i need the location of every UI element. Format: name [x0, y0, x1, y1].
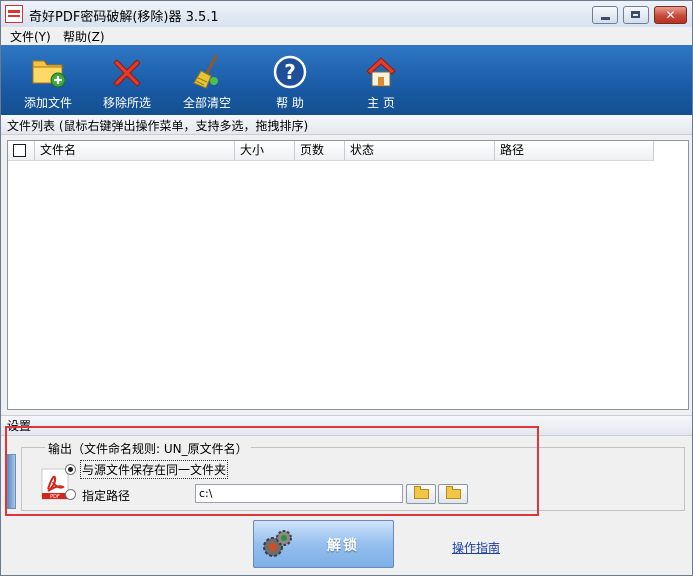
clear-all-label: 全部清空: [182, 96, 231, 110]
close-icon: ✕: [665, 8, 676, 22]
operation-guide-link[interactable]: 操作指南: [452, 539, 500, 556]
remove-selected-label: 移除所选: [102, 96, 151, 110]
help-label: 帮 助: [276, 96, 304, 110]
gears-icon: [263, 530, 292, 557]
minimize-button[interactable]: [592, 6, 618, 24]
home-button[interactable]: 主 页: [346, 49, 416, 113]
open-folder-button[interactable]: [438, 484, 468, 504]
output-legend: 输出（文件命名规则: UN_原文件名）: [45, 440, 251, 457]
broom-icon: [193, 54, 219, 89]
home-label: 主 页: [367, 96, 395, 110]
maximize-icon: [631, 11, 640, 18]
window-title: 奇好PDF密码破解(移除)器 3.5.1: [29, 10, 219, 25]
clear-all-button[interactable]: 全部清空: [172, 49, 242, 113]
column-filename[interactable]: 文件名: [35, 141, 235, 160]
settings-header: 设置: [7, 419, 32, 433]
maximize-button[interactable]: [623, 6, 649, 24]
column-pages[interactable]: 页数: [295, 141, 345, 160]
select-all-column: [8, 141, 35, 160]
house-icon: [366, 57, 396, 87]
browse-path-button[interactable]: [406, 484, 436, 504]
help-button[interactable]: ? 帮 助: [255, 49, 325, 113]
select-all-checkbox[interactable]: [13, 144, 26, 157]
file-list-header: 文件名 大小 页数 状态 路径: [8, 141, 654, 161]
custom-path-label[interactable]: 指定路径: [82, 487, 130, 504]
unlock-label: 解锁: [327, 538, 359, 554]
file-list-hint-bar: 文件列表 (鼠标右键弹出操作菜单，支持多选，拖拽排序): [1, 115, 692, 135]
file-list[interactable]: 文件名 大小 页数 状态 路径: [7, 140, 689, 410]
app-window: 奇好PDF密码破解(移除)器 3.5.1 ✕ 文件(Y) 帮助(Z) 添加文件 …: [0, 0, 693, 576]
open-folder-icon: [446, 486, 461, 499]
panel-collapse-handle[interactable]: [7, 454, 16, 509]
same-folder-label[interactable]: 与源文件保存在同一文件夹: [79, 460, 229, 479]
close-button[interactable]: ✕: [654, 6, 687, 24]
menu-help[interactable]: 帮助(Z): [63, 28, 105, 45]
column-size[interactable]: 大小: [235, 141, 295, 160]
red-x-icon: [113, 59, 141, 87]
unlock-button[interactable]: 解锁: [253, 520, 394, 568]
question-icon: ?: [273, 55, 307, 89]
add-file-button[interactable]: 添加文件: [13, 49, 83, 113]
folder-add-icon: [32, 60, 66, 88]
title-bar: 奇好PDF密码破解(移除)器 3.5.1 ✕: [1, 1, 692, 28]
app-logo-icon: [5, 5, 23, 23]
column-status[interactable]: 状态: [345, 141, 495, 160]
custom-path-radio[interactable]: [65, 489, 76, 500]
settings-bar: 设置: [1, 415, 692, 436]
svg-text:?: ?: [284, 60, 296, 84]
same-folder-radio[interactable]: [65, 464, 76, 475]
toolbar: 添加文件 移除所选 全部清空 ? 帮 助 主 页: [1, 45, 692, 115]
custom-path-input[interactable]: [195, 484, 403, 503]
minimize-icon: [601, 17, 610, 20]
add-file-label: 添加文件: [23, 96, 72, 110]
column-path[interactable]: 路径: [495, 141, 654, 160]
svg-text:PDF: PDF: [50, 494, 60, 500]
browse-folder-icon: [414, 486, 429, 499]
remove-selected-button[interactable]: 移除所选: [92, 49, 162, 113]
menu-file[interactable]: 文件(Y): [10, 28, 51, 45]
menu-bar: 文件(Y) 帮助(Z): [1, 27, 692, 45]
file-list-hint: 文件列表 (鼠标右键弹出操作菜单，支持多选，拖拽排序): [7, 119, 309, 133]
